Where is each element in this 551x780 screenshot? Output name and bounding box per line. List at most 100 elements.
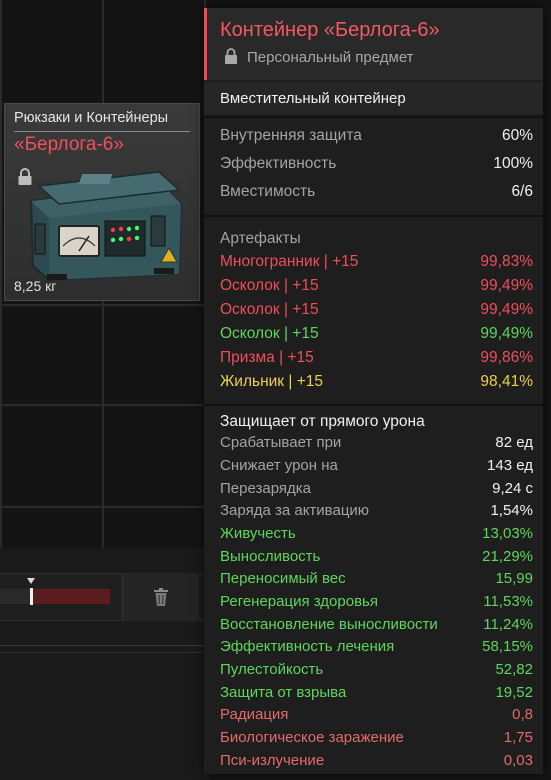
effect-label: Заряда за активацию <box>220 502 370 519</box>
effect-row: Радиация 0,8 <box>220 706 533 726</box>
artifact-label: Осколок | +15 <box>220 277 319 294</box>
effect-label: Снижает урон на <box>220 457 338 474</box>
effect-label: Регенерация здоровья <box>220 593 378 610</box>
effect-row: Эффективность лечения 58,15% <box>220 638 533 658</box>
effect-label: Пулестойкость <box>220 661 324 678</box>
stat-value: 60% <box>501 127 533 144</box>
effect-value: 21,29% <box>482 548 533 565</box>
stat-label: Внутренняя защита <box>220 127 362 144</box>
stat-row: Эффективность 100% <box>220 155 533 177</box>
effect-value: 15,99 <box>495 570 533 587</box>
container-image <box>29 171 183 281</box>
effect-value: 0,03 <box>503 752 533 769</box>
item-category: Рюкзаки и Контейнеры <box>14 110 169 126</box>
effect-label: Эффективность лечения <box>220 638 395 655</box>
effect-label: Защита от взрыва <box>220 684 347 701</box>
effect-row: Биологическое заражение 1,75 <box>220 729 533 749</box>
effect-row: Переносимый вес 15,99 <box>220 570 533 590</box>
divider <box>204 404 543 406</box>
effect-row: Перезарядка 9,24 с <box>220 480 533 500</box>
effect-label: Восстановление выносливости <box>220 616 438 633</box>
effect-value: 19,52 <box>495 684 533 701</box>
effect-value: 0,8 <box>512 706 533 723</box>
divider <box>0 652 208 653</box>
slider-pointer-icon <box>27 578 35 584</box>
effect-label: Биологическое заражение <box>220 729 404 746</box>
divider <box>204 215 543 217</box>
delete-button[interactable] <box>122 573 198 621</box>
artifact-row: Осколок | +15 99,49% <box>220 301 533 323</box>
effect-label: Срабатывает при <box>220 434 342 451</box>
artifact-label: Осколок | +15 <box>220 325 319 342</box>
artifact-label: Осколок | +15 <box>220 301 319 318</box>
artifact-value: 99,49% <box>480 325 533 342</box>
effect-value: 1,75 <box>503 729 533 746</box>
artifact-label: Многогранник | +15 <box>220 253 359 270</box>
stat-row: Внутренняя защита 60% <box>220 127 533 149</box>
lock-icon <box>225 48 237 64</box>
effect-row: Пси-излучение 0,03 <box>220 752 533 772</box>
effect-label: Перезарядка <box>220 480 311 497</box>
effect-value: 9,24 с <box>492 480 533 497</box>
trash-icon <box>154 588 168 606</box>
artifact-row: Призма | +15 99,86% <box>220 349 533 371</box>
effect-value: 1,54% <box>490 502 533 519</box>
effect-label: Переносимый вес <box>220 570 346 587</box>
effect-row: Выносливость 21,29% <box>220 548 533 568</box>
effect-row: Регенерация здоровья 11,53% <box>220 593 533 613</box>
tooltip-subtitle: Персональный предмет <box>247 49 414 66</box>
artifacts-header: Артефакты <box>220 230 301 247</box>
effect-value: 11,53% <box>483 593 533 610</box>
stat-row: Вместимость 6/6 <box>220 183 533 205</box>
item-type: Вместительный контейнер <box>220 90 406 107</box>
item-tooltip: Контейнер «Берлога-6» Персональный предм… <box>204 8 543 774</box>
item-card[interactable]: Рюкзаки и Контейнеры «Берлога-6» 8,25 кг <box>4 103 200 301</box>
slider-fill <box>0 589 30 604</box>
artifact-value: 99,49% <box>480 277 533 294</box>
artifact-label: Жильник | +15 <box>220 373 324 390</box>
divider <box>14 131 190 132</box>
slider-handle[interactable] <box>30 588 33 605</box>
effect-label: Пси-излучение <box>220 752 325 769</box>
grid-line <box>0 506 210 508</box>
artifact-label: Призма | +15 <box>220 349 314 366</box>
effect-value: 52,82 <box>495 661 533 678</box>
effect-row: Пулестойкость 52,82 <box>220 661 533 681</box>
artifact-value: 99,49% <box>480 301 533 318</box>
tooltip-header: Контейнер «Берлога-6» Персональный предм… <box>204 8 543 80</box>
stat-value: 100% <box>493 155 533 172</box>
effect-value: 58,15% <box>482 638 533 655</box>
effect-label: Выносливость <box>220 548 321 565</box>
effect-value: 82 ед <box>495 434 533 451</box>
item-type-row: Вместительный контейнер <box>204 82 543 114</box>
artifact-row: Осколок | +15 99,49% <box>220 325 533 347</box>
effect-value: 13,03% <box>482 525 533 542</box>
grid-line <box>0 404 210 406</box>
item-name: «Берлога-6» <box>14 134 124 155</box>
grid-line <box>0 304 210 306</box>
effect-row: Заряда за активацию 1,54% <box>220 502 533 522</box>
effect-value: 11,24% <box>483 616 533 633</box>
lock-icon <box>18 168 32 185</box>
stat-label: Вместимость <box>220 183 316 200</box>
tooltip-title: Контейнер «Берлога-6» <box>220 19 440 41</box>
stat-label: Эффективность <box>220 155 337 172</box>
divider <box>204 116 543 118</box>
divider <box>0 645 208 646</box>
artifact-value: 99,86% <box>480 349 533 366</box>
effect-row: Срабатывает при 82 ед <box>220 434 533 454</box>
artifact-value: 99,83% <box>480 253 533 270</box>
effect-label: Живучесть <box>220 525 296 542</box>
effect-row: Восстановление выносливости 11,24% <box>220 616 533 636</box>
effect-label: Радиация <box>220 706 289 723</box>
artifact-value: 98,41% <box>480 373 533 390</box>
artifact-row: Многогранник | +15 99,83% <box>220 253 533 275</box>
artifact-row: Жильник | +15 98,41% <box>220 373 533 395</box>
item-weight: 8,25 кг <box>14 278 57 294</box>
grid-line <box>0 0 2 548</box>
effect-row: Защита от взрыва 19,52 <box>220 684 533 704</box>
effect-row: Живучесть 13,03% <box>220 525 533 545</box>
stat-value: 6/6 <box>511 183 533 200</box>
artifact-row: Осколок | +15 99,49% <box>220 277 533 299</box>
effects-header: Защищает от прямого урона <box>220 413 425 430</box>
